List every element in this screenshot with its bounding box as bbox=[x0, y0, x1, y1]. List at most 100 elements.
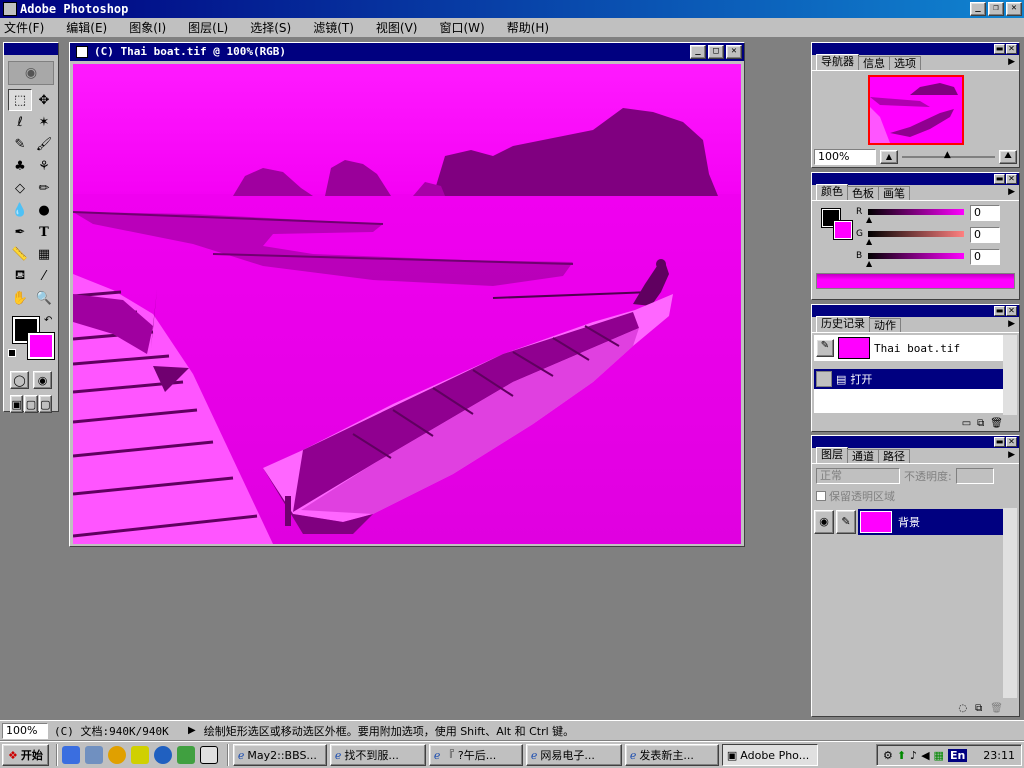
hand-tool-icon[interactable]: ✋ bbox=[8, 287, 32, 309]
b-slider[interactable] bbox=[868, 253, 964, 259]
panel-menu-arrow-icon[interactable]: ▶ bbox=[1008, 319, 1015, 329]
panel-close-button[interactable]: ✕ bbox=[1006, 306, 1017, 316]
image-canvas[interactable] bbox=[73, 64, 741, 544]
delete-layer-icon[interactable]: 🗑 bbox=[990, 703, 1003, 714]
tab-navigator[interactable]: 导航器 bbox=[816, 54, 859, 70]
default-colors-icon[interactable] bbox=[8, 349, 16, 357]
swap-colors-icon[interactable]: ↶ bbox=[44, 315, 52, 326]
doc-minimize-button[interactable]: _ bbox=[690, 45, 706, 59]
panel-minimize-button[interactable]: ▬ bbox=[994, 437, 1005, 447]
move-tool-icon[interactable]: ✥ bbox=[32, 89, 56, 111]
history-snapshot[interactable]: ✎ Thai boat.tif bbox=[814, 335, 1006, 361]
task-button-2[interactable]: ℯ 找不到服... bbox=[329, 744, 426, 766]
input-language-indicator[interactable]: En bbox=[947, 748, 968, 762]
panel-menu-arrow-icon[interactable]: ▶ bbox=[1008, 57, 1015, 67]
pen-tool-icon[interactable]: ✒ bbox=[8, 221, 32, 243]
new-snapshot-icon[interactable]: ⧉ bbox=[977, 418, 984, 429]
paint-bucket-tool-icon[interactable]: ⛾ bbox=[8, 265, 32, 287]
panel-menu-arrow-icon[interactable]: ▶ bbox=[1008, 450, 1015, 460]
history-state-checkbox[interactable] bbox=[816, 371, 832, 387]
menu-edit[interactable]: 编辑(E) bbox=[66, 19, 107, 36]
layers-scrollbar[interactable] bbox=[1003, 508, 1017, 698]
tab-history[interactable]: 历史记录 bbox=[816, 316, 870, 332]
media-player-icon[interactable] bbox=[107, 746, 126, 764]
pencil-tool-icon[interactable]: ✏ bbox=[32, 177, 56, 199]
paintbrush-tool-icon[interactable]: 🖌 bbox=[32, 133, 56, 155]
zoom-out-icon[interactable]: ▲ bbox=[880, 150, 898, 164]
task-button-5[interactable]: ℯ 发表新主... bbox=[624, 744, 719, 766]
r-slider[interactable] bbox=[868, 209, 964, 215]
blur-tool-icon[interactable]: 💧 bbox=[8, 199, 32, 221]
layer-row-background[interactable]: ◉ ✎ 背景 bbox=[814, 508, 1004, 536]
panel-close-button[interactable]: ✕ bbox=[1006, 44, 1017, 54]
tab-actions[interactable]: 动作 bbox=[869, 318, 901, 332]
task-button-1[interactable]: ℯ May2::BBS... bbox=[232, 744, 327, 766]
task-button-3[interactable]: ℯ 『 ?午后... bbox=[428, 744, 523, 766]
status-zoom-field[interactable]: 100% bbox=[2, 722, 48, 739]
magic-wand-tool-icon[interactable]: ✶ bbox=[32, 111, 56, 133]
airbrush-tool-icon[interactable]: ✎ bbox=[8, 133, 32, 155]
zoom-in-icon[interactable]: ⛰ bbox=[999, 150, 1017, 164]
toolbox-header[interactable] bbox=[4, 43, 58, 55]
start-button[interactable]: ❖ 开始 bbox=[2, 744, 49, 766]
history-state-open[interactable]: ▤ 打开 bbox=[814, 369, 1006, 389]
tab-channels[interactable]: 通道 bbox=[847, 449, 879, 463]
gradient-tool-icon[interactable]: ▦ bbox=[32, 243, 56, 265]
screen-mode-full-icon[interactable]: ▢ bbox=[38, 395, 52, 413]
blend-mode-select[interactable]: 正常 bbox=[816, 468, 900, 484]
trash-icon[interactable]: 🗑 bbox=[990, 418, 1003, 429]
panel-minimize-button[interactable]: ▬ bbox=[994, 174, 1005, 184]
close-button[interactable]: ✕ bbox=[1006, 2, 1022, 16]
ie-icon[interactable] bbox=[61, 746, 80, 764]
menu-image[interactable]: 图象(I) bbox=[129, 19, 166, 36]
menu-window[interactable]: 窗口(W) bbox=[439, 19, 484, 36]
tab-color[interactable]: 颜色 bbox=[816, 184, 848, 200]
navigator-thumbnail[interactable] bbox=[867, 75, 964, 145]
g-slider-thumb-icon[interactable]: ▲ bbox=[866, 237, 872, 246]
g-slider[interactable] bbox=[868, 231, 964, 237]
preserve-transparency-checkbox[interactable] bbox=[816, 491, 826, 501]
minimize-button[interactable]: _ bbox=[970, 2, 986, 16]
new-layer-icon[interactable]: ⧉ bbox=[975, 703, 982, 714]
tab-info[interactable]: 信息 bbox=[858, 56, 890, 70]
tray-app-icon[interactable]: ▦ bbox=[934, 749, 944, 762]
tab-layers[interactable]: 图层 bbox=[816, 447, 848, 463]
menu-layer[interactable]: 图层(L) bbox=[188, 19, 228, 36]
notepad-icon[interactable] bbox=[199, 746, 218, 764]
menu-file[interactable]: 文件(F) bbox=[4, 19, 44, 36]
tray-volume-icon[interactable]: ◀ bbox=[921, 749, 929, 762]
panel-menu-arrow-icon[interactable]: ▶ bbox=[1008, 187, 1015, 197]
eye-logo-icon[interactable]: ◉ bbox=[8, 61, 54, 85]
zoom-tool-icon[interactable]: 🔍 bbox=[32, 287, 56, 309]
dodge-tool-icon[interactable]: ● bbox=[32, 199, 56, 221]
app-shortcut-icon[interactable] bbox=[130, 746, 149, 764]
background-color-swatch[interactable] bbox=[27, 332, 55, 360]
measure-tool-icon[interactable]: 📏 bbox=[8, 243, 32, 265]
outlook-icon[interactable] bbox=[84, 746, 103, 764]
info-icon[interactable] bbox=[153, 746, 172, 764]
doc-close-button[interactable]: ✕ bbox=[726, 45, 742, 59]
restore-button[interactable]: ❐ bbox=[988, 2, 1004, 16]
screen-mode-standard-icon[interactable]: ▣ bbox=[10, 395, 24, 413]
status-menu-arrow-icon[interactable]: ▶ bbox=[188, 725, 196, 736]
tray-sound-icon[interactable]: ♪ bbox=[910, 749, 917, 762]
history-brush-tool-icon[interactable]: ⚘ bbox=[32, 155, 56, 177]
history-scrollbar[interactable] bbox=[1003, 335, 1017, 415]
g-value-field[interactable]: 0 bbox=[970, 227, 1000, 243]
add-mask-icon[interactable]: ◌ bbox=[958, 703, 967, 714]
r-value-field[interactable]: 0 bbox=[970, 205, 1000, 221]
zoom-slider[interactable]: ▲ bbox=[902, 150, 995, 160]
tab-paths[interactable]: 路径 bbox=[878, 449, 910, 463]
tray-arrow-icon[interactable]: ⬆ bbox=[897, 749, 906, 762]
panel-minimize-button[interactable]: ▬ bbox=[994, 306, 1005, 316]
eyedropper-tool-icon[interactable]: ⁄ bbox=[32, 265, 56, 287]
zoom-level-field[interactable]: 100% bbox=[814, 149, 876, 165]
color-bg-swatch[interactable] bbox=[833, 220, 853, 240]
new-document-icon[interactable]: ▭ bbox=[962, 418, 971, 429]
tab-brushes[interactable]: 画笔 bbox=[878, 186, 910, 200]
tray-network-icon[interactable]: ⚙ bbox=[883, 749, 893, 762]
task-button-photoshop[interactable]: ▣ Adobe Pho... bbox=[721, 744, 818, 766]
eraser-tool-icon[interactable]: ◇ bbox=[8, 177, 32, 199]
color-ramp[interactable] bbox=[816, 273, 1015, 289]
menu-help[interactable]: 帮助(H) bbox=[507, 19, 549, 36]
